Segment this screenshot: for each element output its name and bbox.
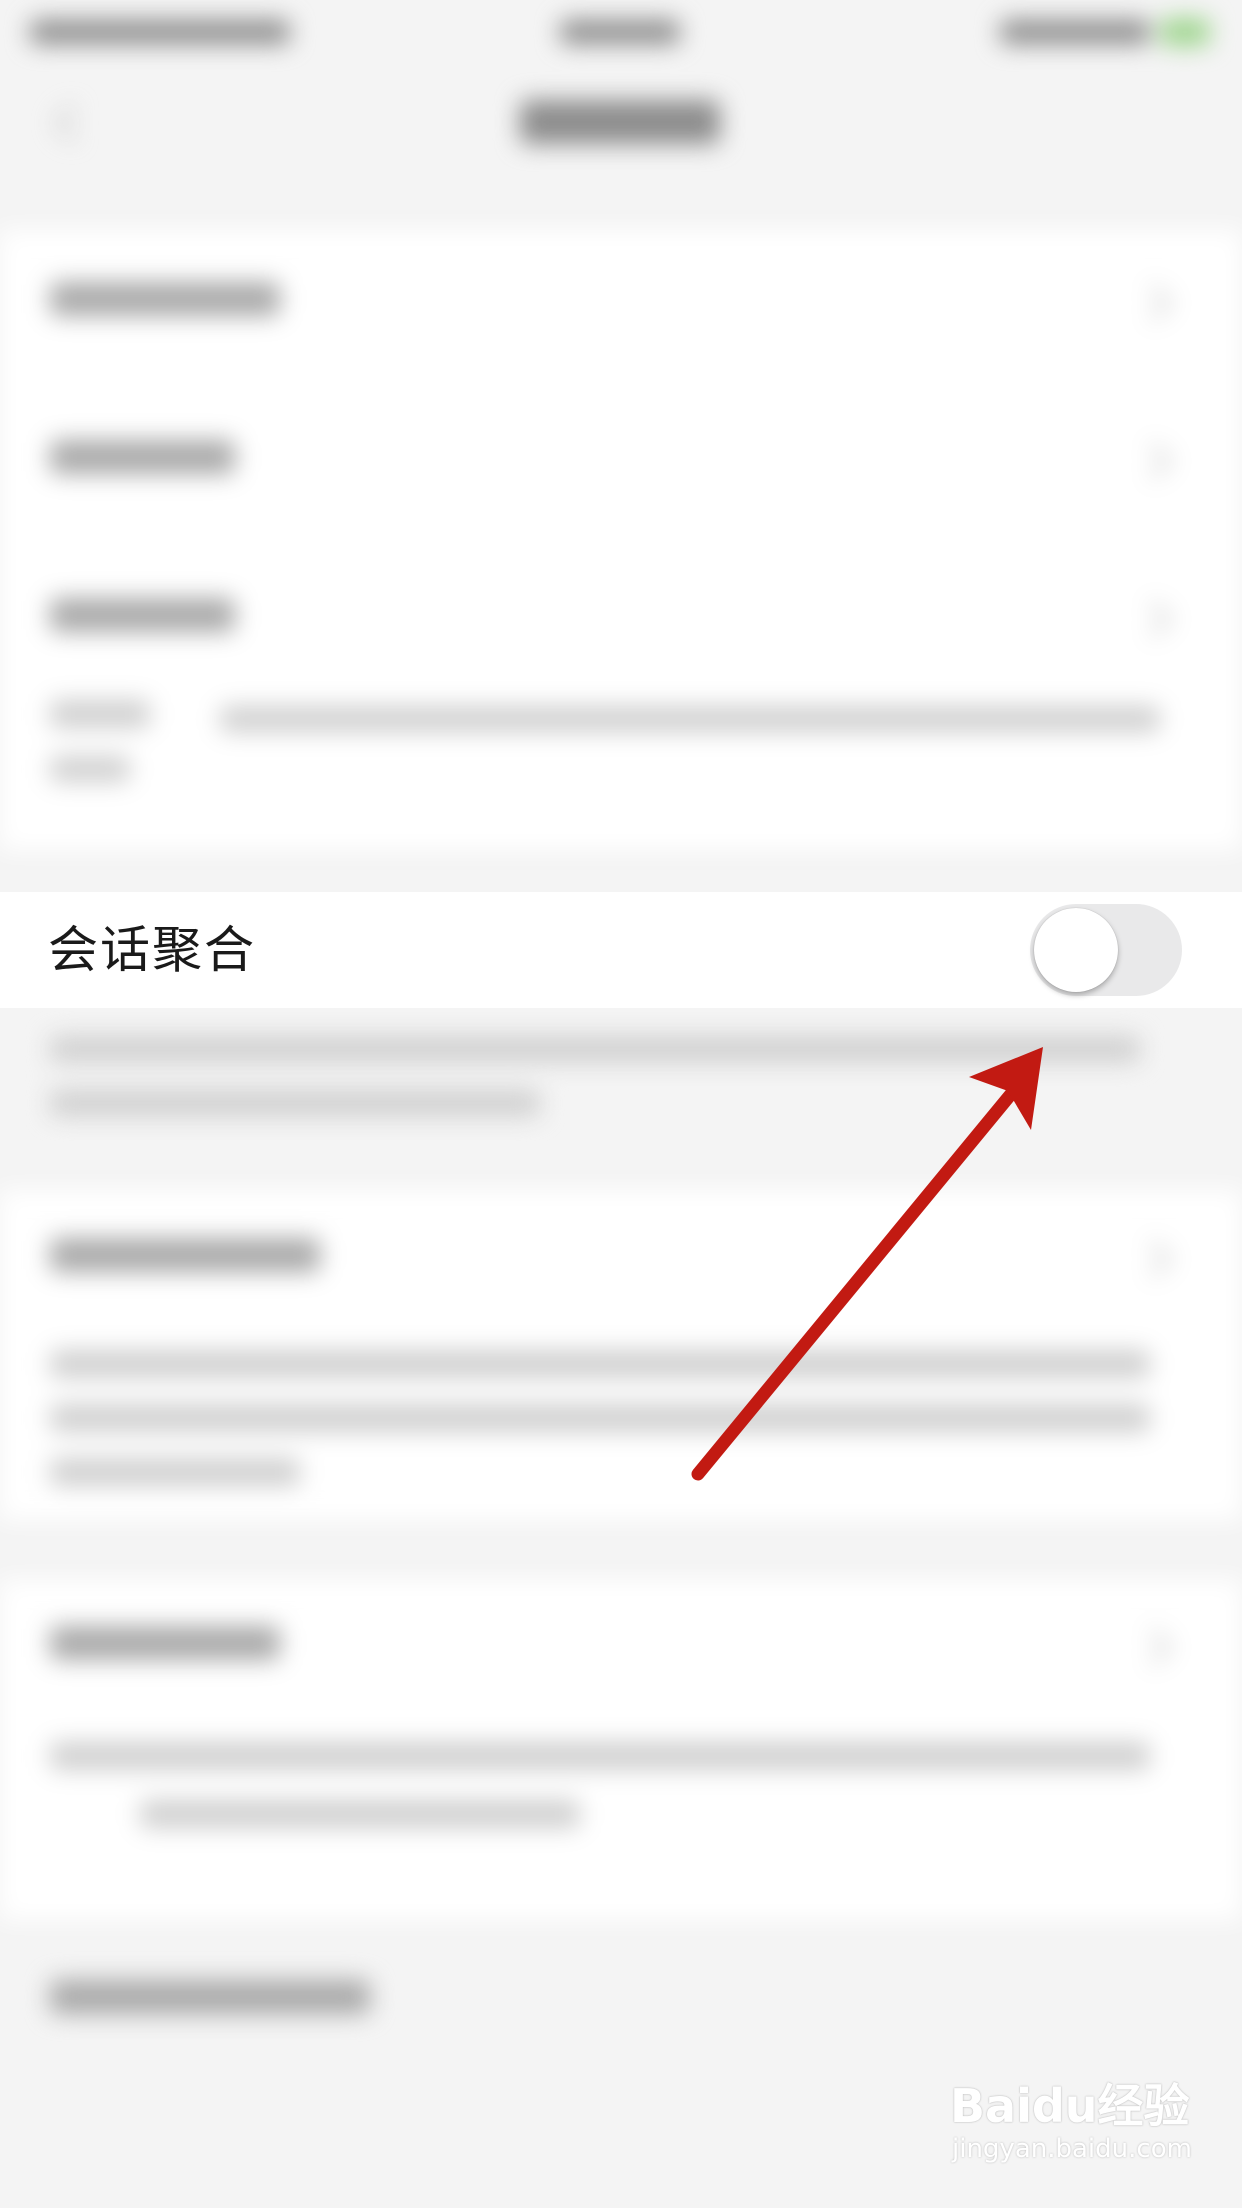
conversation-aggregation-label: 会话聚合 bbox=[48, 921, 256, 979]
settings-row-1[interactable] bbox=[50, 282, 280, 316]
toggle-knob[interactable] bbox=[1034, 908, 1118, 992]
conversation-aggregation-row: 会话聚合 bbox=[0, 892, 1242, 1008]
settings-row-4[interactable] bbox=[50, 1238, 320, 1272]
watermark-url: jingyan.baidu.com bbox=[952, 2134, 1192, 2164]
status-bar-carrier bbox=[30, 20, 290, 44]
baidu-watermark: Baidu经验 jingyan.baidu.com bbox=[950, 2070, 1220, 2190]
settings-row-2[interactable] bbox=[50, 440, 235, 474]
settings-row-6[interactable] bbox=[50, 1980, 370, 2014]
setting-description bbox=[50, 1036, 1140, 1062]
conversation-aggregation-toggle[interactable] bbox=[1030, 904, 1182, 996]
setting-description bbox=[50, 1350, 1150, 1378]
setting-description bbox=[50, 1742, 1150, 1770]
battery-icon bbox=[1160, 18, 1210, 46]
status-bar-time bbox=[560, 20, 680, 44]
setting-description bbox=[50, 1458, 300, 1486]
nav-title bbox=[520, 100, 720, 144]
settings-row-3[interactable] bbox=[50, 598, 235, 632]
settings-note bbox=[50, 756, 130, 782]
setting-description bbox=[140, 1800, 580, 1828]
settings-note bbox=[220, 706, 1160, 732]
back-icon[interactable] bbox=[54, 104, 92, 142]
settings-row-5[interactable] bbox=[50, 1626, 280, 1660]
setting-description bbox=[50, 1404, 1150, 1432]
status-bar-battery bbox=[1000, 20, 1150, 44]
watermark-brand: Baidu经验 bbox=[950, 2079, 1190, 2133]
setting-description bbox=[50, 1090, 540, 1116]
blurred-background bbox=[0, 0, 1242, 2208]
settings-group-1 bbox=[0, 230, 1242, 850]
settings-note bbox=[50, 700, 150, 728]
